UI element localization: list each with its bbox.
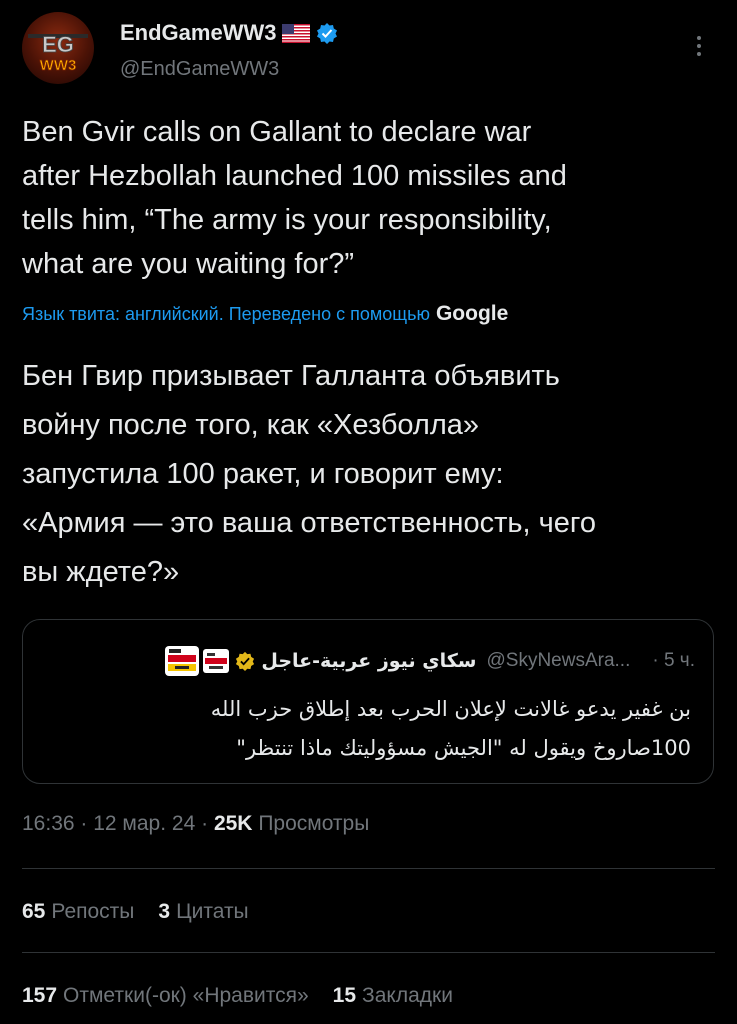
translated-text: Бен Гвир призывает Галланта объявить вой… <box>22 360 596 588</box>
tweet-time[interactable]: 16:36 <box>22 812 75 835</box>
quoted-tweet-card[interactable]: · 5 ч. @SkyNewsAra... سكاي نيوز عربية-عا… <box>22 619 714 784</box>
translation-note[interactable]: Язык твита: английский. Переведено с пом… <box>22 302 722 326</box>
quotes-stat[interactable]: 3 Цитаты <box>158 900 248 924</box>
gold-verified-badge-icon <box>235 651 255 671</box>
svg-text:WW3: WW3 <box>40 57 77 74</box>
likes-stat[interactable]: 157 Отметки(-ок) «Нравится» <box>22 984 309 1008</box>
stats-row-likes: 157 Отметки(-ок) «Нравится» 15 Закладки <box>22 984 453 1008</box>
likes-count: 157 <box>22 984 58 1007</box>
quote-text: بن غفير يدعو غالانت لإعلان الحرب بعد إطل… <box>210 697 691 760</box>
quote-name[interactable]: سكاي نيوز عربية-عاجل <box>261 650 476 672</box>
avatar-logo-icon: EG WW3 <box>28 32 88 74</box>
quotes-count: 3 <box>158 900 171 923</box>
avatar[interactable]: EG WW3 <box>22 12 94 84</box>
reposts-count: 65 <box>22 900 46 923</box>
stats-row-reposts: 65 Репосты 3 Цитаты <box>22 900 249 924</box>
quote-header: · 5 ч. @SkyNewsAra... سكاي نيوز عربية-عا… <box>45 646 695 676</box>
more-options-icon[interactable] <box>689 32 709 60</box>
separator-dot: · <box>201 812 214 835</box>
verified-badge-icon <box>316 22 338 44</box>
translation-note-text[interactable]: Язык твита: английский. Переведено с пом… <box>22 304 430 325</box>
quotes-label: Цитаты <box>176 900 249 923</box>
sky-news-affiliate-logo-icon <box>203 649 230 673</box>
views-label: Просмотры <box>258 812 370 835</box>
display-name[interactable]: EndGameWW3 <box>120 20 276 46</box>
tweet-date[interactable]: 12 мар. 24 <box>93 812 195 835</box>
author-name-row: EndGameWW3 <box>120 20 338 46</box>
reposts-stat[interactable]: 65 Репосты <box>22 900 134 924</box>
author-handle[interactable]: @EndGameWW3 <box>120 58 279 81</box>
views-count: 25K <box>213 812 253 835</box>
bookmarks-count: 15 <box>332 984 357 1007</box>
reposts-label: Репосты <box>51 900 135 923</box>
tweet-header: EG WW3 EndGameWW3 @EndGameWW3 <box>22 12 715 90</box>
bookmarks-stat[interactable]: 15 Закладки <box>333 984 453 1008</box>
translation-provider: Google <box>435 302 509 325</box>
quote-handle[interactable]: @SkyNewsAra... <box>486 650 630 672</box>
bookmarks-label: Закладки <box>362 984 453 1007</box>
us-flag-icon <box>282 23 311 43</box>
svg-text:EG: EG <box>42 32 74 57</box>
tweet-meta: 16:36 · 12 мар. 24 · 25K Просмотры <box>22 812 369 836</box>
divider <box>22 868 715 869</box>
likes-label: Отметки(-ок) «Нравится» <box>63 984 309 1007</box>
tweet-text: Ben Gvir calls on Gallant to declare war… <box>22 116 567 280</box>
divider <box>22 952 715 953</box>
sky-news-arabia-logo-icon <box>165 646 200 676</box>
separator-dot: · <box>80 812 94 835</box>
quote-time[interactable]: · 5 ч. <box>652 650 695 672</box>
